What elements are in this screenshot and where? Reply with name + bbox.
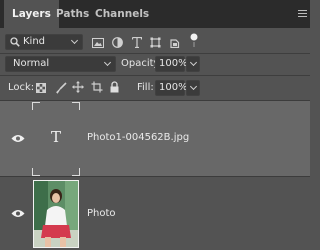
fill-dropdown[interactable] (186, 80, 200, 96)
layer-name[interactable]: Photo1-004562B.jpg (87, 132, 189, 143)
layer-row-text[interactable]: T Photo1-004562B.jpg (0, 100, 310, 176)
chevron-down-icon (70, 36, 79, 45)
eye-icon[interactable] (11, 134, 25, 143)
photo-thumbnail (33, 180, 79, 248)
panel-menu-icon[interactable] (298, 10, 307, 18)
opacity-dropdown[interactable] (186, 56, 200, 72)
filter-kind-label: Kind (23, 36, 46, 47)
fill-input[interactable]: 100% (155, 80, 188, 96)
filter-kind-select[interactable]: Kind (5, 34, 83, 50)
shape-filter-icon[interactable] (150, 37, 161, 48)
image-filter-icon[interactable] (92, 38, 104, 48)
chevron-down-icon (189, 82, 197, 91)
layer-filter-row: Kind (0, 28, 310, 54)
panel-tab-bar: Layers Paths Channels (0, 0, 310, 28)
chevron-down-icon (103, 58, 112, 67)
blend-row: Normal Opacity: 100% (0, 54, 310, 74)
fill-value: 100% (159, 82, 188, 93)
search-icon (10, 37, 20, 47)
adjustment-filter-icon[interactable] (112, 37, 123, 48)
lock-image-pixels-icon[interactable] (56, 82, 67, 94)
eye-icon[interactable] (11, 209, 25, 218)
chevron-down-icon (189, 58, 197, 67)
smart-object-filter-icon[interactable] (170, 37, 180, 48)
layer-name[interactable]: Photo (87, 208, 116, 219)
text-layer-icon: T (50, 128, 61, 146)
lock-label: Lock: (8, 82, 35, 93)
lock-all-icon[interactable] (110, 81, 119, 93)
fill-label: Fill: (137, 82, 154, 93)
type-filter-icon[interactable] (132, 37, 142, 48)
layer-thumbnail: T (32, 102, 80, 176)
lock-row: Lock: Fill: 100% (0, 76, 310, 100)
lock-transparent-pixels-icon[interactable] (36, 83, 46, 93)
opacity-value: 100% (159, 58, 188, 69)
blend-mode-value: Normal (13, 58, 50, 69)
opacity-input[interactable]: 100% (155, 56, 188, 72)
tab-channels[interactable]: Channels (87, 0, 157, 28)
blend-mode-select[interactable]: Normal (5, 56, 116, 72)
filter-toggle-dot-icon[interactable] (190, 33, 198, 48)
lock-position-icon[interactable] (72, 81, 84, 93)
layer-row-image[interactable]: Photo (0, 176, 310, 250)
lock-artboard-icon[interactable] (91, 81, 103, 93)
